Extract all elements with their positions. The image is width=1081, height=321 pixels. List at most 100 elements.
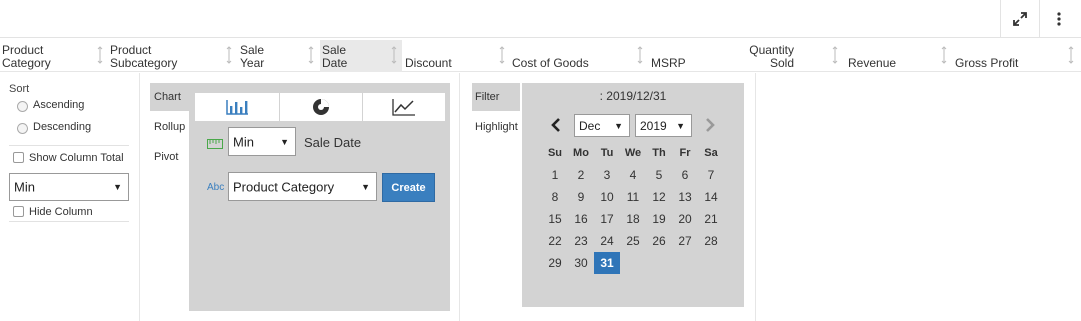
column-label: Sale Year <box>240 43 265 70</box>
create-chart-button[interactable]: Create <box>382 173 435 202</box>
column-header-product-category[interactable]: Product Category <box>0 40 108 72</box>
ascending-radio[interactable] <box>17 101 28 112</box>
year-value: 2019 <box>640 118 667 133</box>
resize-handle-icon[interactable] <box>940 46 948 64</box>
year-select[interactable]: 2019 ▼ <box>635 114 692 137</box>
resize-handle-icon[interactable] <box>636 46 644 64</box>
selected-date-text: : 2019/12/31 <box>599 89 667 103</box>
calendar-day[interactable]: 3 <box>594 164 620 186</box>
tab-filter[interactable]: Filter <box>472 83 520 111</box>
descending-radio[interactable] <box>17 123 28 134</box>
chevron-left-icon <box>551 118 560 132</box>
bar-chart-button[interactable] <box>195 93 279 121</box>
weekday-label: Fr <box>679 147 691 159</box>
calendar-day[interactable]: 16 <box>568 208 594 230</box>
date-calendar: : 2019/12/31 Dec ▼ 2019 ▼ Su Mo Tu We Th Fr Sa… <box>522 83 744 307</box>
calendar-day[interactable]: 7 <box>698 164 724 186</box>
column-header-revenue[interactable]: Revenue <box>846 40 953 72</box>
chart-options: Min ▼ Sale Date Abc Product Category ▼ C… <box>189 83 450 311</box>
measure-aggregate-select[interactable]: Min ▼ <box>228 127 296 156</box>
column-header-gross-profit[interactable]: Gross Profit <box>953 40 1078 72</box>
column-header-product-subcategory[interactable]: Product Subcategory <box>108 40 238 72</box>
line-chart-button[interactable] <box>362 93 445 121</box>
show-column-total-label: Show Column Total <box>29 152 124 164</box>
pie-chart-button[interactable] <box>279 93 362 121</box>
resize-handle-icon[interactable] <box>498 46 506 64</box>
column-label: Gross Profit <box>955 56 1019 70</box>
calendar-day[interactable]: 29 <box>542 252 568 274</box>
line-chart-icon <box>392 99 415 116</box>
calendar-day[interactable]: 23 <box>568 230 594 252</box>
resize-handle-icon[interactable] <box>96 46 104 64</box>
column-label: Cost of Goods <box>512 56 589 70</box>
dimension-select[interactable]: Product Category ▼ <box>228 172 377 201</box>
measure-aggregate-value: Min <box>233 134 254 149</box>
resize-handle-icon[interactable] <box>390 46 398 64</box>
show-column-total-checkbox[interactable] <box>13 152 24 163</box>
calendar-day[interactable]: 8 <box>542 186 568 208</box>
column-header-cost-of-goods[interactable]: Cost of Goods <box>510 40 647 72</box>
measure-field-label: Sale Date <box>304 135 362 150</box>
resize-handle-icon[interactable] <box>307 46 315 64</box>
tab-rollup[interactable]: Rollup <box>150 113 190 141</box>
month-select[interactable]: Dec ▼ <box>574 114 630 137</box>
weekday-label: Tu <box>600 147 614 159</box>
aggregate-select[interactable]: Min ▼ <box>9 173 129 201</box>
tab-pivot[interactable]: Pivot <box>150 143 190 171</box>
calendar-day[interactable]: 24 <box>594 230 620 252</box>
column-label: Revenue <box>848 56 897 70</box>
calendar-day[interactable]: 15 <box>542 208 568 230</box>
expand-button[interactable] <box>1000 0 1038 38</box>
calendar-day[interactable]: 9 <box>568 186 594 208</box>
calendar-day[interactable]: 27 <box>672 230 698 252</box>
weekday-label: We <box>624 147 642 159</box>
top-toolbar <box>0 0 1081 38</box>
column-header-sale-year[interactable]: Sale Year <box>238 40 320 72</box>
dropdown-arrow-icon: ▼ <box>361 181 370 192</box>
column-header-msrp[interactable]: MSRP <box>649 40 740 72</box>
month-value: Dec <box>579 118 601 133</box>
tab-chart[interactable]: Chart <box>150 83 190 111</box>
calendar-day[interactable]: 22 <box>542 230 568 252</box>
hide-column-label: Hide Column <box>29 206 93 218</box>
calendar-day[interactable]: 6 <box>672 164 698 186</box>
tab-highlight[interactable]: Highlight <box>472 113 520 141</box>
column-header-sale-date[interactable]: Sale Date <box>320 40 402 72</box>
calendar-day[interactable]: 28 <box>698 230 724 252</box>
calendar-day[interactable]: 10 <box>594 186 620 208</box>
dropdown-arrow-icon: ▼ <box>113 182 122 192</box>
calendar-day[interactable]: 2 <box>568 164 594 186</box>
calendar-day[interactable]: 19 <box>646 208 672 230</box>
vertical-dots-icon <box>1056 12 1061 26</box>
calendar-day[interactable]: 21 <box>698 208 724 230</box>
calendar-day[interactable]: 20 <box>672 208 698 230</box>
column-header-discount[interactable]: Discount <box>403 40 510 72</box>
column-label: Quantity Sold <box>749 43 794 70</box>
calendar-day[interactable]: 4 <box>620 164 646 186</box>
abc-dimension-icon: Abc <box>207 182 225 193</box>
calendar-day[interactable]: 12 <box>646 186 672 208</box>
calendar-day[interactable]: 13 <box>672 186 698 208</box>
resize-handle-icon[interactable] <box>1067 46 1075 64</box>
calendar-day-selected[interactable]: 31 <box>594 252 620 274</box>
prev-month-button[interactable] <box>550 117 562 138</box>
weekday-label: Th <box>652 147 666 159</box>
more-options-button[interactable] <box>1039 0 1077 38</box>
hide-column-checkbox[interactable] <box>13 206 24 217</box>
calendar-day[interactable]: 14 <box>698 186 724 208</box>
resize-handle-icon[interactable] <box>225 46 233 64</box>
dropdown-arrow-icon: ▼ <box>280 136 289 147</box>
resize-handle-icon[interactable] <box>831 46 839 64</box>
calendar-day[interactable]: 5 <box>646 164 672 186</box>
calendar-day[interactable]: 25 <box>620 230 646 252</box>
sort-panel: Sort Ascending Descending Show Column To… <box>0 73 140 321</box>
chevron-right-icon <box>706 118 715 132</box>
calendar-day[interactable]: 18 <box>620 208 646 230</box>
calendar-day[interactable]: 17 <box>594 208 620 230</box>
calendar-day[interactable]: 26 <box>646 230 672 252</box>
calendar-day[interactable]: 11 <box>620 186 646 208</box>
column-header-quantity-sold[interactable]: Quantity Sold <box>740 40 845 72</box>
calendar-day[interactable]: 1 <box>542 164 568 186</box>
next-month-button[interactable] <box>704 117 716 138</box>
calendar-day[interactable]: 30 <box>568 252 594 274</box>
